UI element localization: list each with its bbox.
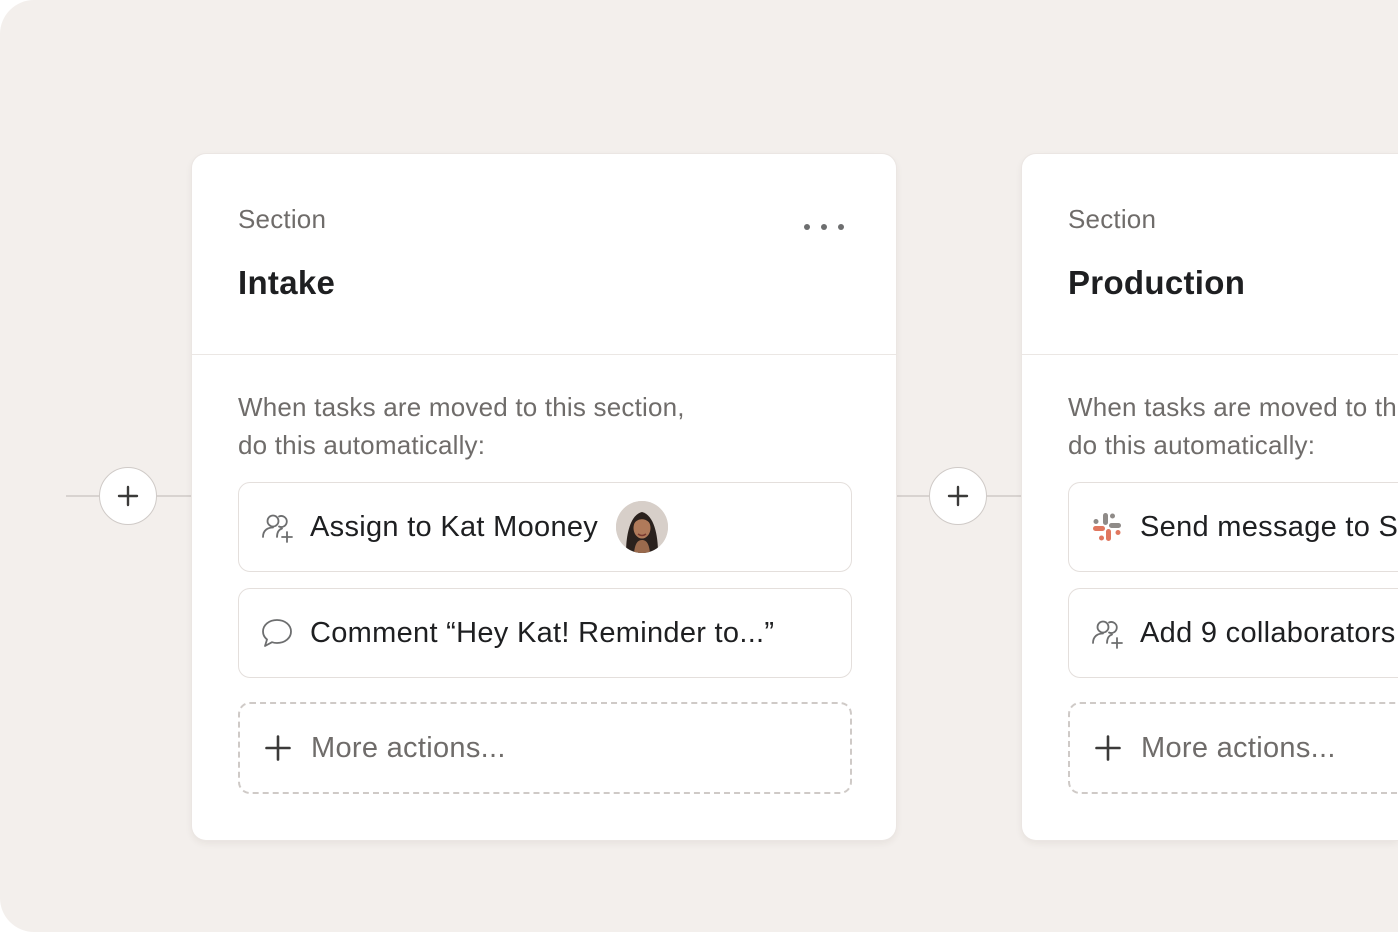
more-actions-button[interactable]: More actions... — [1068, 702, 1398, 794]
action-assign[interactable]: Assign to Kat Mooney — [238, 482, 852, 572]
section-title: Intake — [238, 264, 336, 301]
rule-description-line: When tasks are moved to this section, — [238, 392, 685, 422]
plus-icon — [947, 485, 969, 507]
assign-user-icon — [259, 509, 295, 545]
comment-bubble-icon — [259, 615, 295, 651]
action-label: Assign to Kat Mooney — [310, 510, 599, 543]
slack-icon — [1089, 509, 1125, 545]
section-kicker: Section — [238, 204, 327, 234]
add-section-button-middle[interactable] — [929, 467, 987, 525]
more-actions-label: More actions... — [311, 731, 506, 764]
card-header: Section Intake — [192, 154, 896, 355]
avatar — [616, 501, 669, 553]
ellipsis-icon — [804, 224, 810, 230]
rule-description: When tasks are moved to this section, do… — [1068, 388, 1398, 464]
more-actions-label: More actions... — [1141, 731, 1336, 764]
action-comment[interactable]: Comment “Hey Kat! Reminder to...” — [238, 588, 852, 678]
automation-canvas: Section Intake When tasks are moved to t… — [0, 0, 1398, 932]
plus-icon — [117, 485, 139, 507]
more-actions-button[interactable]: More actions... — [238, 702, 852, 794]
section-title: Production — [1068, 264, 1246, 301]
plus-icon — [1090, 730, 1126, 766]
action-label: Send message to Slack — [1140, 510, 1398, 543]
action-label: Add 9 collaborators — [1140, 616, 1396, 649]
rule-description: When tasks are moved to this section, do… — [238, 388, 685, 464]
add-section-button-left[interactable] — [99, 467, 157, 525]
card-header: Section Production — [1022, 154, 1398, 355]
action-send-slack-message[interactable]: Send message to Slack — [1068, 482, 1398, 572]
section-kicker: Section — [1068, 204, 1157, 234]
section-card-production: Section Production When tasks are moved … — [1022, 154, 1398, 840]
action-label: Comment “Hey Kat! Reminder to...” — [310, 616, 775, 649]
rule-description-line: do this automatically: — [238, 430, 486, 460]
more-options-button[interactable] — [804, 216, 844, 238]
action-add-collaborators[interactable]: Add 9 collaborators — [1068, 588, 1398, 678]
section-card-intake: Section Intake When tasks are moved to t… — [192, 154, 896, 840]
rule-description-line: do this automatically: — [1068, 430, 1316, 460]
add-collaborators-icon — [1089, 615, 1125, 651]
rule-description-line: When tasks are moved to this section, — [1068, 392, 1398, 422]
plus-icon — [260, 730, 296, 766]
